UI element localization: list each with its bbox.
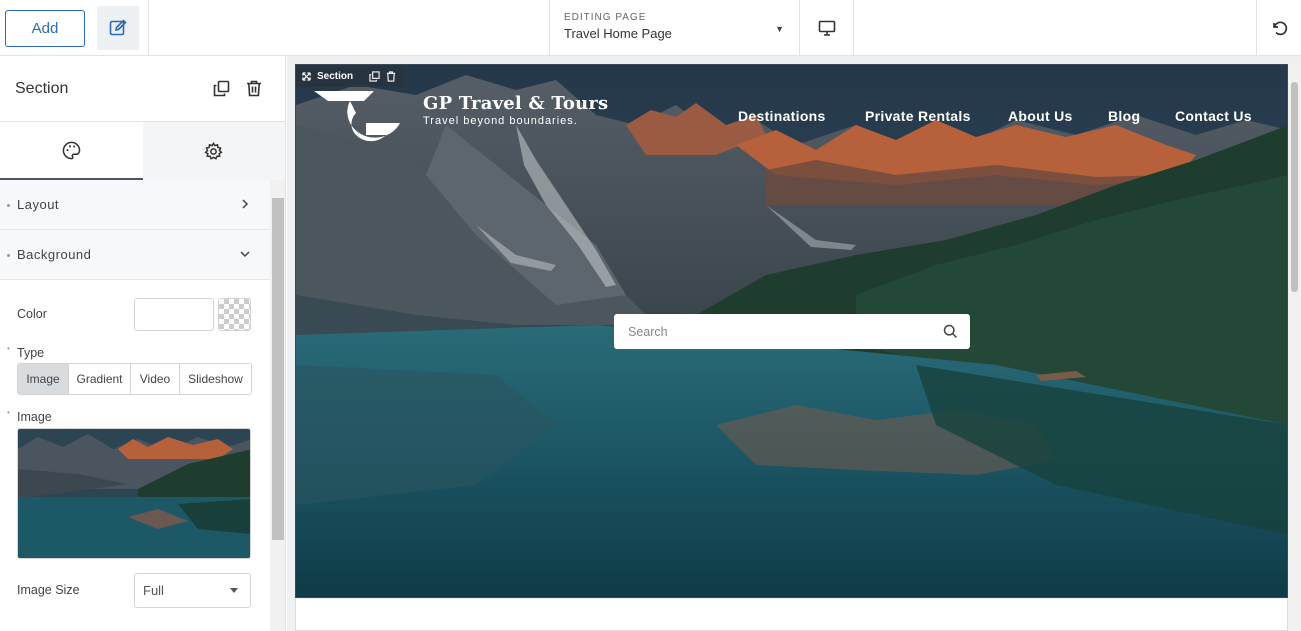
type-slideshow-button[interactable]: Slideshow — [180, 364, 251, 394]
properties-panel: Section Layout Background Color • Type I… — [0, 56, 286, 631]
transparency-swatch[interactable] — [218, 298, 251, 331]
duplicate-button[interactable] — [211, 78, 231, 98]
toolbar-divider — [853, 0, 854, 56]
color-input[interactable] — [134, 298, 214, 331]
type-gradient-button[interactable]: Gradient — [69, 364, 131, 394]
layout-section-header[interactable]: Layout — [0, 180, 270, 230]
search-placeholder: Search — [628, 325, 668, 339]
copy-icon[interactable] — [369, 70, 380, 82]
background-type-group: Image Gradient Video Slideshow — [17, 363, 252, 395]
brand-logo[interactable] — [314, 87, 402, 149]
section-tag-label: Section — [317, 70, 354, 82]
page-selector-value: Travel Home Page — [564, 26, 672, 41]
image-size-label: Image Size — [17, 583, 80, 597]
trash-icon[interactable] — [386, 70, 396, 82]
bullet-dot — [7, 254, 10, 257]
search-input[interactable]: Search — [614, 314, 970, 349]
layout-section-label: Layout — [17, 197, 60, 212]
panel-scroll-area: Layout Background Color • Type Image Gra… — [0, 180, 270, 631]
search-icon[interactable] — [943, 324, 958, 339]
undo-icon — [1273, 21, 1288, 36]
image-label: Image — [17, 410, 52, 424]
edit-icon — [109, 19, 127, 36]
type-video-button[interactable]: Video — [131, 364, 180, 394]
nav-blog[interactable]: Blog — [1108, 108, 1140, 124]
bullet-dot: • — [7, 408, 10, 417]
add-button[interactable]: Add — [5, 10, 85, 47]
edit-button[interactable] — [97, 6, 139, 50]
brand-name[interactable]: GP Travel & Tours — [423, 93, 608, 114]
background-section-label: Background — [17, 247, 92, 262]
image-size-value: Full — [143, 583, 164, 598]
panel-header: Section — [0, 56, 285, 122]
page-selector[interactable]: EDITING PAGE Travel Home Page ▼ — [550, 0, 800, 56]
delete-button[interactable] — [244, 78, 264, 98]
background-section-header[interactable]: Background — [0, 230, 270, 280]
section-tag[interactable]: Section — [296, 65, 405, 87]
chevron-down-icon — [240, 251, 250, 258]
bullet-dot: • — [7, 344, 10, 353]
caret-down-icon: ▼ — [775, 24, 784, 34]
tab-settings[interactable] — [142, 122, 285, 180]
page-selector-label: EDITING PAGE — [564, 12, 647, 23]
scrollbar-thumb[interactable] — [1291, 82, 1298, 292]
nav-contact-us[interactable]: Contact Us — [1175, 108, 1252, 124]
type-image-button[interactable]: Image — [18, 364, 69, 394]
caret-down-icon — [230, 588, 238, 593]
nav-private-rentals[interactable]: Private Rentals — [865, 108, 971, 124]
palette-icon — [62, 141, 81, 159]
next-section[interactable] — [295, 599, 1288, 631]
scrollbar-thumb[interactable] — [272, 198, 284, 540]
background-image-thumbnail[interactable] — [17, 428, 251, 559]
chevron-right-icon — [242, 199, 249, 209]
copy-icon — [213, 80, 229, 96]
landscape-thumbnail-image — [18, 429, 250, 558]
type-label: Type — [17, 346, 45, 360]
toolbar-divider — [148, 0, 149, 56]
background-section-body: Color • Type Image Gradient Video Slides… — [0, 280, 270, 631]
device-preview-button[interactable] — [800, 0, 854, 56]
panel-title: Section — [15, 80, 69, 97]
color-label: Color — [17, 307, 47, 321]
panel-tabs — [0, 122, 285, 180]
bullet-dot — [7, 204, 10, 207]
nav-about-us[interactable]: About Us — [1008, 108, 1073, 124]
page-canvas: Section GP Travel & Tours Travel beyond … — [287, 56, 1301, 631]
trash-icon — [247, 80, 261, 96]
move-icon[interactable] — [302, 71, 311, 81]
hero-section[interactable]: Section GP Travel & Tours Travel beyond … — [295, 64, 1288, 598]
image-size-select[interactable]: Full — [134, 573, 251, 608]
top-toolbar: Add EDITING PAGE Travel Home Page ▼ — [0, 0, 1301, 56]
gear-icon — [204, 141, 223, 160]
undo-button[interactable] — [1257, 0, 1301, 56]
tab-style[interactable] — [0, 122, 143, 180]
nav-destinations[interactable]: Destinations — [738, 108, 826, 124]
brand-tagline: Travel beyond boundaries. — [423, 115, 578, 127]
canvas-scrollbar[interactable] — [1288, 64, 1301, 631]
desktop-icon — [818, 20, 836, 36]
panel-scrollbar[interactable] — [270, 180, 285, 631]
